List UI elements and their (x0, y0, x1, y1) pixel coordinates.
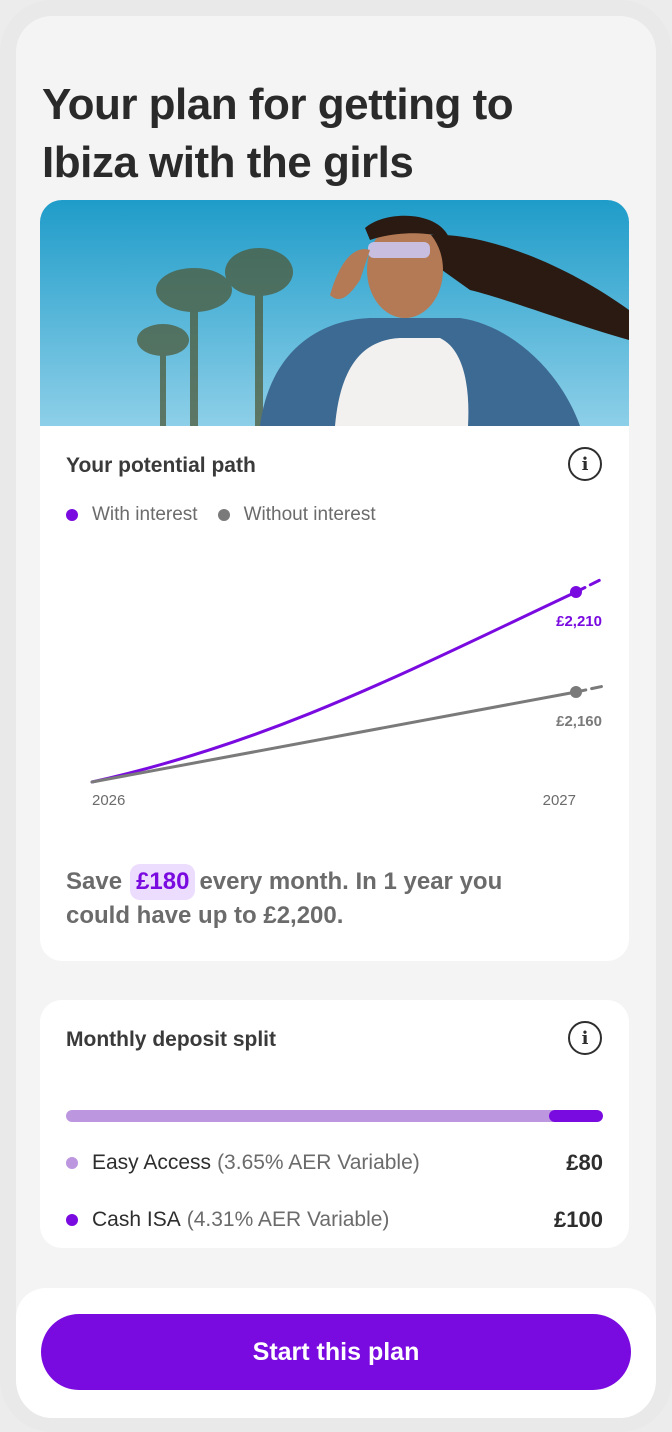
cash-isa-segment (549, 1110, 603, 1122)
potential-path-heading: Your potential path (66, 454, 256, 477)
legend-item-with-interest: With interest (66, 504, 198, 526)
account-amount: £100 (554, 1207, 603, 1232)
account-amount: £80 (566, 1150, 603, 1175)
account-rate: (3.65% AER Variable) (217, 1151, 420, 1174)
series-line-without-interest (90, 690, 578, 784)
legend-dot-icon (66, 509, 78, 521)
split-row-cash-isa: Cash ISA (4.31% AER Variable) £100 (66, 1207, 603, 1233)
x-axis-tick-label: 2027 (543, 792, 576, 809)
page-title: Your plan for getting to Ibiza with the … (42, 80, 514, 187)
info-icon[interactable]: i (568, 1021, 602, 1055)
hero-image (40, 200, 629, 426)
legend-dot-icon (217, 509, 230, 521)
info-icon[interactable]: i (568, 447, 602, 481)
monthly-amount-badge: £180 (130, 864, 196, 900)
easy-access-dot-icon (66, 1157, 78, 1169)
account-name: Cash ISA (92, 1208, 181, 1231)
series-line-with-interest (90, 590, 578, 784)
deposit-split-card: Monthly deposit split i Easy Access (3.6… (40, 1000, 629, 1248)
legend-item-without-interest: Without interest (217, 504, 376, 526)
legend-label: Without interest (243, 504, 376, 525)
account-name: Easy Access (92, 1151, 212, 1174)
app-screen: Your plan for getting to Ibiza with the … (0, 0, 672, 1432)
cash-isa-dot-icon (66, 1214, 78, 1226)
chart-legend: With interest Without interest (66, 504, 396, 526)
series-end-label: £2,210 (556, 613, 602, 630)
savings-line-chart: £2,210 £2,160 2026 2027 (90, 576, 606, 809)
summary-prefix: Save (66, 868, 123, 895)
deposit-split-heading: Monthly deposit split (66, 1028, 276, 1051)
series-end-point (570, 686, 582, 698)
potential-path-card: Your potential path i With interest With… (40, 200, 629, 961)
split-row-easy-access: Easy Access (3.65% AER Variable) £80 (66, 1150, 603, 1176)
legend-label: With interest (92, 504, 198, 525)
savings-summary: Save £180 every month. In 1 year you could… (66, 864, 566, 932)
x-axis-tick-label: 2026 (92, 792, 125, 809)
series-end-point (570, 586, 582, 598)
deposit-split-bar (66, 1110, 603, 1122)
account-rate: (4.31% AER Variable) (186, 1208, 390, 1231)
start-plan-button[interactable]: Start this plan (41, 1314, 631, 1390)
series-end-label: £2,160 (556, 713, 602, 730)
